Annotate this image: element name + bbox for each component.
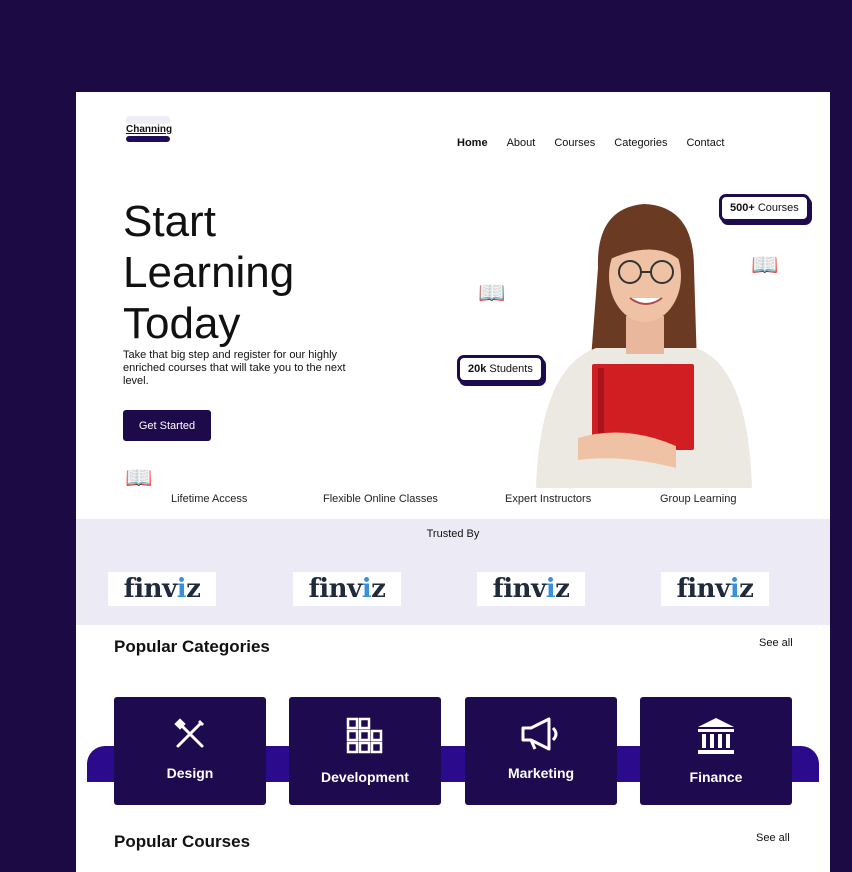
logo-text: Channing (126, 124, 173, 135)
logo-bar-top (126, 116, 170, 124)
hero-title: Start Learning Today (123, 196, 423, 349)
book-icon: 📖 (478, 280, 506, 305)
trusted-by-section: Trusted By finv i z finv i z finv i z finv i z (76, 519, 830, 625)
logo-text-a: finv (308, 574, 363, 604)
category-card-marketing[interactable]: Marketing (465, 697, 617, 805)
feature-lifetime-access: Lifetime Access (171, 493, 248, 505)
hero-title-line: Learning (123, 248, 295, 297)
courses-count: 500+ (730, 202, 755, 214)
feature-flexible-classes: Flexible Online Classes (323, 493, 438, 505)
book-icon: 📖 (125, 465, 153, 490)
category-name: Design (166, 765, 214, 781)
hero-title-line: Start (123, 197, 216, 246)
students-count: 20k (468, 363, 487, 375)
students-badge: 20k Students (457, 355, 544, 383)
main-nav: Home About Courses Categories Contact (457, 137, 724, 149)
nav-categories[interactable]: Categories (614, 137, 667, 149)
logo-text-dot: i (361, 574, 372, 604)
category-name: Development (321, 769, 409, 785)
megaphone-icon (521, 717, 558, 751)
courses-label: Courses (757, 202, 799, 214)
logo-text-b: z (371, 574, 386, 604)
categories-see-all-link[interactable]: See all (759, 637, 793, 649)
popular-courses-title: Popular Courses (114, 832, 251, 851)
category-name: Marketing (507, 765, 575, 781)
get-started-button[interactable]: Get Started (123, 410, 211, 441)
logo-text-b: z (186, 574, 201, 604)
partner-logo: finv i z (661, 572, 769, 606)
feature-group-learning: Group Learning (660, 493, 737, 505)
student-illustration (536, 204, 752, 488)
nav-courses[interactable]: Courses (554, 137, 595, 149)
partner-logo: finv i z (293, 572, 401, 606)
hero-title-line: Today (123, 299, 241, 348)
trusted-by-label: Trusted By (426, 528, 480, 540)
bank-icon (698, 718, 734, 754)
hero-subtitle: Take that big step and register for our … (123, 349, 346, 387)
nav-home[interactable]: Home (457, 137, 488, 149)
category-name: Finance (689, 769, 743, 785)
students-label: Students (489, 363, 533, 375)
category-card-design[interactable]: Design (114, 697, 266, 805)
logo-text-b: z (739, 574, 754, 604)
logo-text-a: finv (492, 574, 547, 604)
logo-text-dot: i (729, 574, 740, 604)
logo-text-dot: i (545, 574, 556, 604)
popular-categories-title: Popular Categories (114, 637, 270, 656)
logo-text-b: z (555, 574, 570, 604)
landing-page-card: Channing Home About Courses Categories C… (76, 92, 830, 872)
logo[interactable]: Channing (126, 116, 173, 142)
partner-logo: finv i z (108, 572, 216, 606)
logo-bar-bottom (126, 136, 170, 142)
courses-badge: 500+ Courses (719, 194, 810, 222)
feature-expert-instructors: Expert Instructors (505, 493, 592, 505)
logo-text-dot: i (176, 574, 187, 604)
nav-about[interactable]: About (507, 137, 536, 149)
category-card-finance[interactable]: Finance (640, 697, 792, 805)
nav-contact[interactable]: Contact (686, 137, 724, 149)
category-card-development[interactable]: Development (289, 697, 441, 805)
development-grid-icon (346, 717, 383, 754)
logo-text-a: finv (676, 574, 731, 604)
courses-see-all-link[interactable]: See all (756, 832, 790, 844)
partner-logo: finv i z (477, 572, 585, 606)
logo-text-a: finv (123, 574, 178, 604)
design-tools-icon (174, 718, 204, 748)
